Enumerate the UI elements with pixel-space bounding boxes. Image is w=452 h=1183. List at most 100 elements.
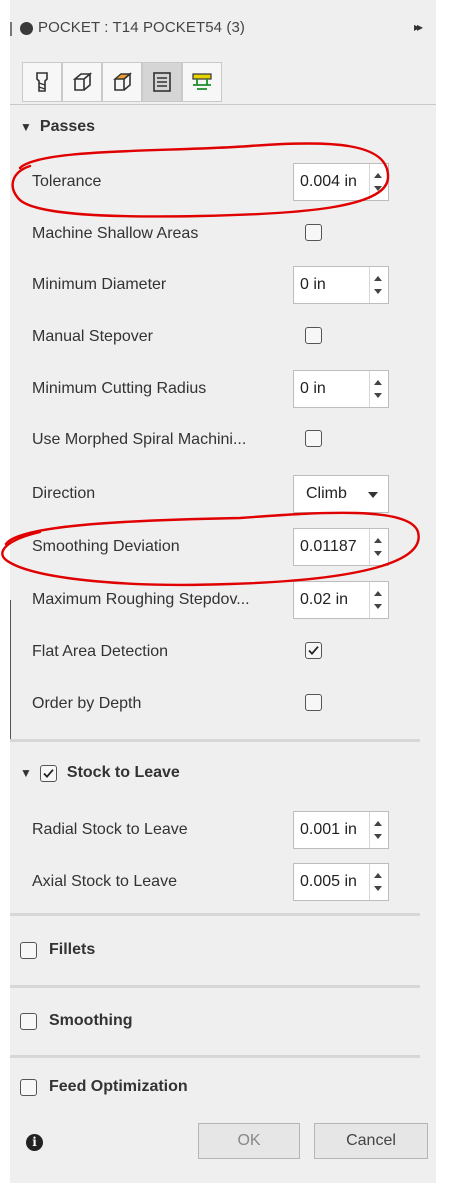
smoothing-deviation-value[interactable]: 0.01187 bbox=[300, 538, 366, 556]
min-cut-radius-input[interactable]: 0 in bbox=[293, 370, 389, 408]
cancel-button[interactable]: Cancel bbox=[314, 1123, 428, 1159]
tab-linking[interactable] bbox=[182, 62, 222, 102]
min-diameter-spinner[interactable] bbox=[369, 267, 388, 303]
stock-title: Stock to Leave bbox=[66, 764, 180, 781]
machine-shallow-label: Machine Shallow Areas bbox=[32, 225, 199, 242]
section-divider bbox=[10, 913, 420, 916]
min-diameter-value[interactable]: 0 in bbox=[300, 276, 366, 294]
scrollbar-track[interactable] bbox=[10, 600, 11, 740]
smoothing-deviation-spinner[interactable] bbox=[369, 529, 388, 565]
spin-down-icon[interactable] bbox=[374, 604, 382, 609]
radial-stock-label: Radial Stock to Leave bbox=[32, 821, 188, 838]
fillets-header[interactable]: Fillets bbox=[20, 941, 95, 959]
smoothing-checkbox[interactable] bbox=[20, 1012, 37, 1030]
passes-header[interactable]: ▼ Passes bbox=[20, 118, 95, 136]
machine-shallow-checkbox[interactable] bbox=[305, 224, 322, 241]
spin-down-icon[interactable] bbox=[374, 289, 382, 294]
spin-up-icon[interactable] bbox=[374, 276, 382, 281]
axial-stock-value[interactable]: 0.005 in bbox=[300, 873, 366, 891]
axial-stock-spinner[interactable] bbox=[369, 864, 388, 900]
tab-heights[interactable] bbox=[102, 62, 142, 102]
tab-tool[interactable] bbox=[22, 62, 62, 102]
linking-icon bbox=[192, 73, 212, 90]
min-cut-radius-label: Minimum Cutting Radius bbox=[32, 380, 207, 397]
max-roughing-value[interactable]: 0.02 in bbox=[300, 591, 366, 609]
manual-stepover-checkbox[interactable] bbox=[305, 327, 322, 344]
stock-checkbox[interactable] bbox=[39, 764, 57, 782]
spin-up-icon[interactable] bbox=[374, 821, 382, 826]
tab-strip bbox=[10, 58, 436, 105]
axial-stock-input[interactable]: 0.005 in bbox=[293, 863, 389, 901]
checkmark-icon bbox=[43, 768, 54, 778]
spin-up-icon[interactable] bbox=[374, 873, 382, 878]
max-roughing-spinner[interactable] bbox=[369, 582, 388, 618]
morphed-spiral-label: Use Morphed Spiral Machini... bbox=[32, 431, 247, 448]
min-diameter-label: Minimum Diameter bbox=[32, 276, 167, 293]
spin-down-icon[interactable] bbox=[374, 186, 382, 191]
info-icon[interactable]: i bbox=[26, 1134, 43, 1151]
spin-up-icon[interactable] bbox=[374, 591, 382, 596]
spin-up-icon[interactable] bbox=[374, 538, 382, 543]
tolerance-label: Tolerance bbox=[32, 173, 102, 190]
min-diameter-input[interactable]: 0 in bbox=[293, 266, 389, 304]
radial-stock-value[interactable]: 0.001 in bbox=[300, 821, 366, 839]
max-roughing-input[interactable]: 0.02 in bbox=[293, 581, 389, 619]
dialog-titlebar[interactable]: POCKET : T14 POCKET54 (3) ▸▸ bbox=[10, 0, 436, 58]
feed-optimization-title: Feed Optimization bbox=[49, 1078, 188, 1095]
collapse-triangle-icon[interactable]: ▼ bbox=[20, 766, 32, 780]
spin-up-icon[interactable] bbox=[374, 173, 382, 178]
dialog-title: POCKET : T14 POCKET54 (3) bbox=[38, 19, 246, 36]
order-by-depth-label: Order by Depth bbox=[32, 695, 142, 712]
spin-up-icon[interactable] bbox=[374, 380, 382, 385]
chevron-down-icon[interactable] bbox=[368, 492, 378, 498]
ok-button[interactable]: OK bbox=[198, 1123, 300, 1159]
direction-label: Direction bbox=[32, 485, 96, 502]
fillets-title: Fillets bbox=[49, 941, 96, 958]
fillets-checkbox[interactable] bbox=[20, 941, 37, 959]
smoothing-title: Smoothing bbox=[49, 1012, 133, 1029]
order-by-depth-checkbox[interactable] bbox=[305, 694, 322, 711]
radial-stock-input[interactable]: 0.001 in bbox=[293, 811, 389, 849]
tolerance-spinner[interactable] bbox=[369, 164, 388, 200]
smoothing-header[interactable]: Smoothing bbox=[20, 1012, 133, 1030]
tolerance-value[interactable]: 0.004 in bbox=[300, 173, 366, 191]
smoothing-deviation-label: Smoothing Deviation bbox=[32, 538, 180, 555]
tab-geometry[interactable] bbox=[62, 62, 102, 102]
morphed-spiral-checkbox[interactable] bbox=[305, 430, 322, 447]
section-divider bbox=[10, 985, 420, 988]
smoothing-deviation-input[interactable]: 0.01187 bbox=[293, 528, 389, 566]
feed-optimization-header[interactable]: Feed Optimization bbox=[20, 1078, 188, 1096]
min-cut-radius-value[interactable]: 0 in bbox=[300, 380, 366, 398]
section-divider bbox=[10, 739, 420, 742]
spin-down-icon[interactable] bbox=[374, 886, 382, 891]
flat-area-label: Flat Area Detection bbox=[32, 643, 169, 660]
direction-value: Climb bbox=[306, 485, 347, 502]
tool-icon bbox=[36, 72, 48, 92]
tab-passes[interactable] bbox=[142, 62, 182, 102]
section-divider bbox=[10, 1055, 420, 1058]
stock-header[interactable]: ▼ Stock to Leave bbox=[20, 764, 180, 782]
axial-stock-label: Axial Stock to Leave bbox=[32, 873, 177, 890]
min-cut-radius-spinner[interactable] bbox=[369, 371, 388, 407]
collapse-triangle-icon[interactable]: ▼ bbox=[20, 120, 32, 134]
toolpath-dialog: POCKET : T14 POCKET54 (3) ▸▸ ▼ Passes To… bbox=[10, 0, 436, 1183]
grip-icon[interactable] bbox=[10, 22, 12, 36]
dialog-footer: i OK Cancel bbox=[10, 1110, 436, 1183]
passes-icon bbox=[153, 72, 171, 92]
manual-stepover-label: Manual Stepover bbox=[32, 328, 153, 345]
spin-down-icon[interactable] bbox=[374, 834, 382, 839]
max-roughing-label: Maximum Roughing Stepdov... bbox=[32, 591, 250, 608]
heights-icon bbox=[113, 72, 132, 91]
radial-stock-spinner[interactable] bbox=[369, 812, 388, 848]
checkmark-icon bbox=[308, 646, 319, 656]
flat-area-checkbox[interactable] bbox=[305, 642, 322, 659]
expand-icon[interactable]: ▸▸ bbox=[414, 20, 423, 34]
feed-optimization-checkbox[interactable] bbox=[20, 1078, 37, 1096]
tolerance-input[interactable]: 0.004 in bbox=[293, 163, 389, 201]
spin-down-icon[interactable] bbox=[374, 551, 382, 556]
spin-down-icon[interactable] bbox=[374, 393, 382, 398]
passes-title: Passes bbox=[39, 118, 96, 135]
direction-select[interactable]: Climb bbox=[293, 475, 389, 513]
status-dot-icon bbox=[20, 22, 33, 35]
geometry-icon bbox=[72, 72, 93, 91]
